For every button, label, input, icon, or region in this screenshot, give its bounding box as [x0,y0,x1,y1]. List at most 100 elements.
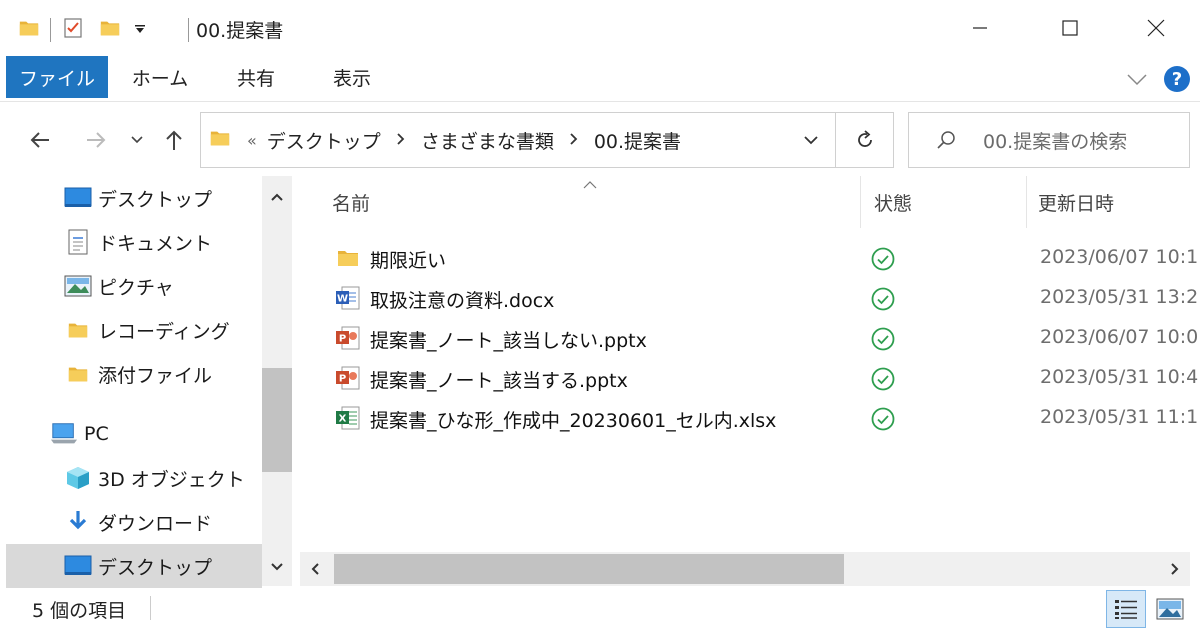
documents-icon [64,228,92,256]
file-name: 取扱注意の資料.docx [370,290,555,312]
help-button[interactable]: ? [1164,66,1190,92]
svg-text:X: X [339,414,347,425]
chevron-right-icon [1171,563,1179,575]
title-bar: 00.提案書 [0,0,1200,56]
minimize-button[interactable] [950,8,1010,48]
sidebar-scroll-up-button[interactable] [262,182,292,212]
sidebar-item-label: レコーディング [98,320,230,343]
file-modified-date: 2023/05/31 13:2 [1040,286,1199,308]
sync-status-ok-icon [870,326,896,352]
close-button[interactable] [1126,8,1186,48]
recent-locations-button[interactable] [122,122,152,158]
desktop-icon [64,552,92,580]
up-button[interactable] [156,122,192,158]
file-row[interactable]: X 提案書_ひな形_作成中_20230601_セル内.xlsx 2023/05/… [322,398,1200,438]
file-modified-date: 2023/06/07 10:1 [1040,246,1199,268]
sidebar-item-label: ピクチャ [98,276,174,299]
sync-status-ok-icon [870,286,896,312]
minimize-icon [973,27,987,29]
breadcrumb-chevron-icon[interactable] [568,131,580,150]
pictures-icon [64,272,92,300]
close-icon [1147,19,1165,37]
column-header-name[interactable]: 名前 [332,176,852,228]
column-header-modified[interactable]: 更新日時 [1038,176,1198,228]
sidebar-item-desktop[interactable]: デスクトップ [0,176,262,220]
folder-icon [209,127,231,153]
expand-ribbon-button[interactable] [1124,66,1150,96]
column-divider[interactable] [860,176,861,228]
chevron-up-icon [271,193,283,201]
file-row[interactable]: 期限近い 2023/06/07 10:1 [322,238,1200,278]
item-count: 5 個の項目 [32,600,127,622]
details-view-button[interactable] [1106,590,1146,628]
status-divider [150,596,151,620]
pc-icon [50,420,78,448]
tab-file[interactable]: ファイル [6,56,108,98]
address-bar[interactable]: « デスクトップ さまざまな書類 00.提案書 [200,112,836,168]
sidebar-item-label: デスクトップ [98,556,213,579]
file-name: 提案書_ノート_該当しない.pptx [370,330,647,352]
chevron-down-icon [804,136,818,145]
svg-text:P: P [339,374,346,385]
sidebar-item-pictures[interactable]: ピクチャ [0,264,262,308]
breadcrumb-documents[interactable]: さまざまな書類 [421,127,554,154]
breadcrumb-desktop[interactable]: デスクトップ [267,127,381,154]
folder-icon [64,360,92,388]
sidebar-item-label: 3D オブジェクト [98,468,245,491]
large-icons-view-button[interactable] [1150,590,1190,628]
file-modified-date: 2023/05/31 11:1 [1040,406,1199,428]
sidebar-item-downloads[interactable]: ダウンロード [0,500,262,544]
3d-objects-icon [64,464,92,492]
powerpoint-file-icon: P [334,364,362,392]
back-arrow-icon [30,132,49,148]
column-divider[interactable] [1026,176,1027,228]
back-button[interactable] [22,122,58,158]
sidebar-scroll-down-button[interactable] [262,552,292,582]
scroll-right-button[interactable] [1160,552,1190,586]
new-folder-icon[interactable] [99,17,121,43]
sidebar-item-label: 添付ファイル [98,364,213,387]
file-modified-date: 2023/06/07 10:0 [1040,326,1199,348]
file-row[interactable]: P 提案書_ノート_該当する.pptx 2023/05/31 10:4 [322,358,1200,398]
customize-qat-chevron-icon[interactable] [133,21,147,40]
sidebar-scroll-thumb[interactable] [262,368,292,472]
refresh-button[interactable] [836,112,894,168]
breadcrumb-chevron-icon[interactable] [395,131,407,150]
chevron-down-icon [131,136,143,144]
powerpoint-file-icon: P [334,324,362,352]
sidebar-item-3d-objects[interactable]: 3D オブジェクト [0,456,262,500]
tab-home[interactable]: ホーム [118,56,202,98]
sidebar-item-label: ドキュメント [98,232,213,255]
sidebar-item-recording[interactable]: レコーディング [0,308,262,352]
forward-button[interactable] [78,122,114,158]
folder-icon [334,244,362,272]
address-overflow[interactable]: « [247,131,257,150]
breadcrumb-current[interactable]: 00.提案書 [594,127,681,154]
horizontal-scroll-thumb[interactable] [334,554,844,584]
status-bar: 5 個の項目 [0,586,1200,632]
file-name: 期限近い [370,250,447,272]
sync-status-ok-icon [870,246,896,272]
column-header-status[interactable]: 状態 [874,176,1024,228]
maximize-button[interactable] [1040,8,1100,48]
scroll-left-button[interactable] [300,552,330,586]
search-box[interactable]: 00.提案書の検索 [908,112,1190,168]
window-title: 00.提案書 [196,20,284,42]
sidebar-item-documents[interactable]: ドキュメント [0,220,262,264]
tab-share[interactable]: 共有 [218,56,294,98]
sidebar-item-pc[interactable]: PC [0,412,262,456]
search-placeholder: 00.提案書の検索 [983,130,1128,153]
download-icon [64,508,92,536]
chevron-down-icon [271,563,283,571]
sync-status-ok-icon [870,366,896,392]
sidebar-item-desktop-selected[interactable]: デスクトップ [6,544,262,588]
sidebar-item-attachments[interactable]: 添付ファイル [0,352,262,396]
word-document-icon: W [334,284,362,312]
ribbon-tabs: ファイル ホーム 共有 表示 ? [0,56,1200,102]
file-row[interactable]: P 提案書_ノート_該当しない.pptx 2023/06/07 10:0 [322,318,1200,358]
tab-view[interactable]: 表示 [314,56,390,98]
forward-arrow-icon [87,132,106,148]
address-history-button[interactable] [786,112,836,168]
file-row[interactable]: W 取扱注意の資料.docx 2023/05/31 13:2 [322,278,1200,318]
properties-icon[interactable] [61,16,85,44]
